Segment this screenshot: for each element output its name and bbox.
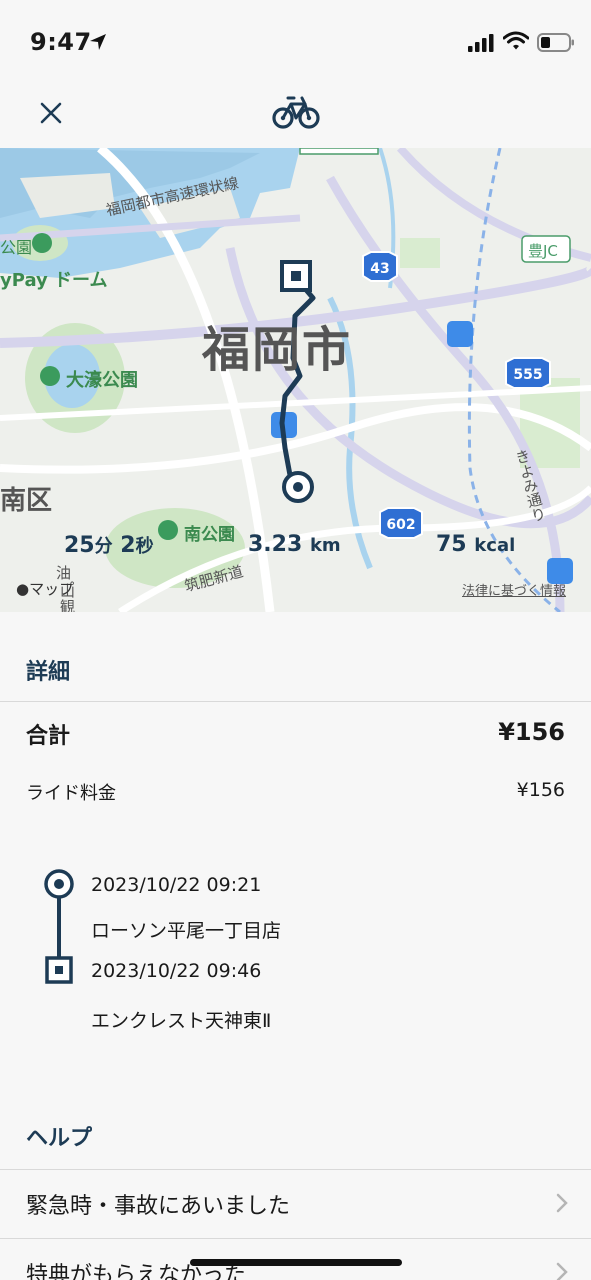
help-heading: ヘルプ [26, 1126, 93, 1151]
ride-fee-value: ¥156 [516, 779, 565, 801]
trip-end-place: エンクレスト天神東Ⅱ [91, 1010, 272, 1032]
map-label-minami-park: 南公園 [184, 525, 235, 545]
details-heading: 詳細 [26, 660, 71, 685]
chevron-right-icon [556, 1193, 568, 1213]
route-badge-43: 43 [370, 261, 389, 277]
trip-start-time: 2023/10/22 09:21 [91, 874, 262, 896]
trip-timeline [44, 869, 74, 984]
wifi-icon [503, 31, 529, 50]
home-indicator[interactable] [190, 1259, 402, 1266]
close-icon[interactable] [36, 98, 66, 128]
status-time: 9:47 [30, 28, 92, 56]
ride-fee-label: ライド料金 [26, 783, 116, 804]
total-value: ¥156 [498, 718, 565, 746]
chevron-right-icon [556, 1262, 568, 1280]
status-bar: 9:47 [0, 0, 591, 80]
apple-maps-attribution: ●マップ [16, 580, 75, 598]
route-badge-555: 555 [513, 367, 542, 383]
battery-icon [537, 33, 574, 52]
ride-calories: 75 kcal [436, 532, 516, 557]
map-label-ohori-park: 大濠公園 [66, 370, 138, 391]
bicycle-icon [272, 96, 320, 129]
help-item-label: 緊急時・事故にあいました [26, 1194, 291, 1219]
map-label-ward: 南区 [0, 486, 53, 516]
map-label-dome: yPay ドーム [0, 270, 108, 291]
total-label: 合計 [26, 724, 71, 749]
ride-duration: 25分 2秒 [64, 533, 154, 558]
nav-bar [0, 80, 591, 148]
divider [0, 701, 591, 702]
apple-logo-icon: ● [16, 580, 30, 598]
ride-distance: 3.23 km [248, 532, 341, 557]
location-arrow-icon [90, 34, 106, 50]
trip-end-time: 2023/10/22 09:46 [91, 960, 262, 982]
help-item-emergency[interactable]: 緊急時・事故にあいました [0, 1170, 591, 1238]
legal-link[interactable]: 法律に基づく情報 [462, 580, 566, 599]
route-map[interactable]: 43 555 602 福岡都市高速環状線 公園 yPay ドーム 大濠公園 南公… [0, 148, 591, 612]
map-label-jc: 豊JC [528, 242, 558, 260]
map-city-label: 福岡市 [202, 322, 353, 378]
cellular-signal-icon [468, 34, 494, 52]
route-badge-602: 602 [386, 517, 415, 533]
trip-start-place: ローソン平尾一丁目店 [91, 920, 282, 942]
map-label-park: 公園 [0, 238, 33, 257]
